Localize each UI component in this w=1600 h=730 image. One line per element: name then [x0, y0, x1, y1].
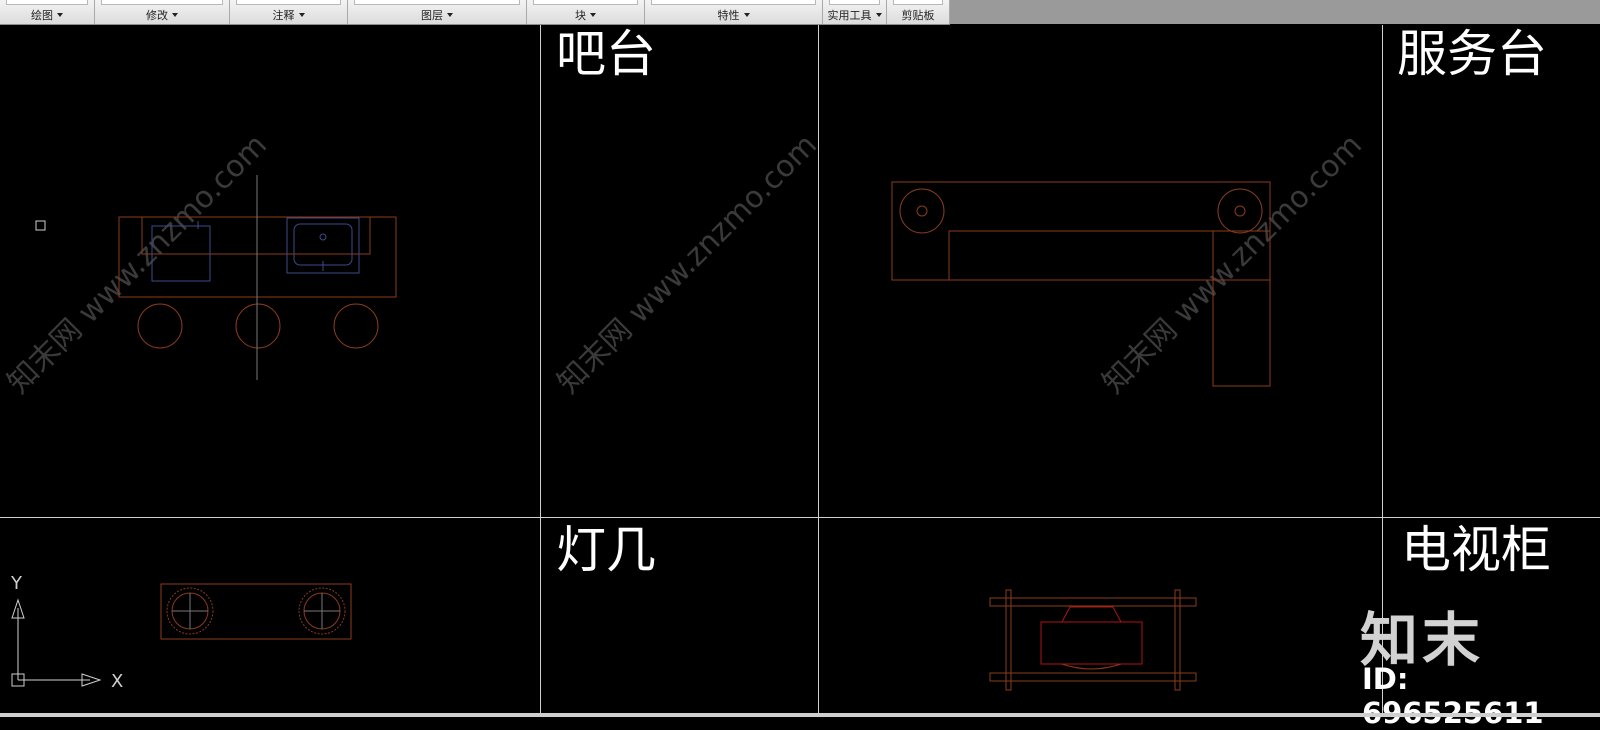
panel-clipboard-label: 剪贴板 — [901, 9, 935, 22]
panel-draw[interactable]: 绘图 — [0, 0, 95, 24]
watermark: 知末网 www.znzmo.com — [551, 128, 824, 401]
panel-tools-strip — [533, 0, 638, 5]
pickbox-cursor[interactable] — [35, 220, 46, 231]
bar-counter-plan[interactable] — [118, 175, 397, 380]
panel-tools-strip — [101, 0, 223, 5]
label-tv-cabinet: 电视柜 — [1401, 521, 1551, 579]
label-bar-counter: 吧台 — [556, 25, 656, 83]
ucs-y-label: Y — [10, 573, 23, 594]
image-id-label: ID: 696525611 — [1362, 662, 1544, 730]
chevron-down-icon[interactable] — [447, 13, 453, 17]
tv-cabinet-plan[interactable] — [989, 589, 1197, 691]
panel-draw-label: 绘图 — [31, 9, 53, 22]
ucs-x-label: X — [111, 671, 123, 692]
ribbon: 绘图 修改 注释 图层 块 特性 实用工具 剪贴板 — [0, 0, 1600, 25]
panel-layers-label: 图层 — [421, 9, 443, 22]
status-bar[interactable] — [0, 713, 1600, 717]
service-desk-plan[interactable] — [891, 181, 1271, 387]
watermark: 知末网 www.znzmo.com — [1, 128, 274, 401]
panel-tools-strip — [354, 0, 520, 5]
panel-clipboard[interactable]: 剪贴板 — [887, 0, 950, 24]
panel-utilities[interactable]: 实用工具 — [823, 0, 887, 24]
ucs-icon — [11, 598, 102, 687]
panel-tools-strip — [6, 0, 88, 5]
chevron-down-icon[interactable] — [172, 13, 178, 17]
chevron-down-icon[interactable] — [298, 13, 305, 17]
panel-annotation[interactable]: 注释 — [230, 0, 348, 24]
chevron-down-icon[interactable] — [590, 13, 596, 17]
panel-tools-strip — [829, 0, 880, 5]
panel-block[interactable]: 块 — [527, 0, 645, 24]
watermark: 知末网 www.znzmo.com — [1096, 128, 1369, 401]
label-service-desk: 服务台 — [1397, 25, 1547, 83]
panel-properties-label: 特性 — [717, 9, 740, 22]
panel-utilities-label: 实用工具 — [827, 9, 872, 22]
panel-tools-strip — [236, 0, 341, 5]
panel-layers[interactable]: 图层 — [348, 0, 527, 24]
watermark-group: 知末网 www.znzmo.com 知末网 www.znzmo.com 知末网 … — [1, 128, 1369, 401]
panel-block-label: 块 — [575, 9, 586, 22]
panel-modify-label: 修改 — [146, 9, 168, 22]
panel-modify[interactable]: 修改 — [95, 0, 230, 24]
panel-tools-strip — [651, 0, 816, 5]
ribbon-panel-bar: 绘图 修改 注释 图层 块 特性 实用工具 剪贴板 — [0, 0, 950, 25]
chevron-down-icon[interactable] — [875, 13, 882, 17]
panel-annotation-label: 注释 — [272, 9, 295, 22]
side-table-plan[interactable] — [160, 583, 352, 640]
chevron-down-icon[interactable] — [743, 13, 750, 17]
chevron-down-icon[interactable] — [57, 13, 63, 17]
label-side-table: 灯几 — [556, 521, 656, 579]
panel-properties[interactable]: 特性 — [645, 0, 823, 24]
panel-tools-strip — [893, 0, 943, 5]
